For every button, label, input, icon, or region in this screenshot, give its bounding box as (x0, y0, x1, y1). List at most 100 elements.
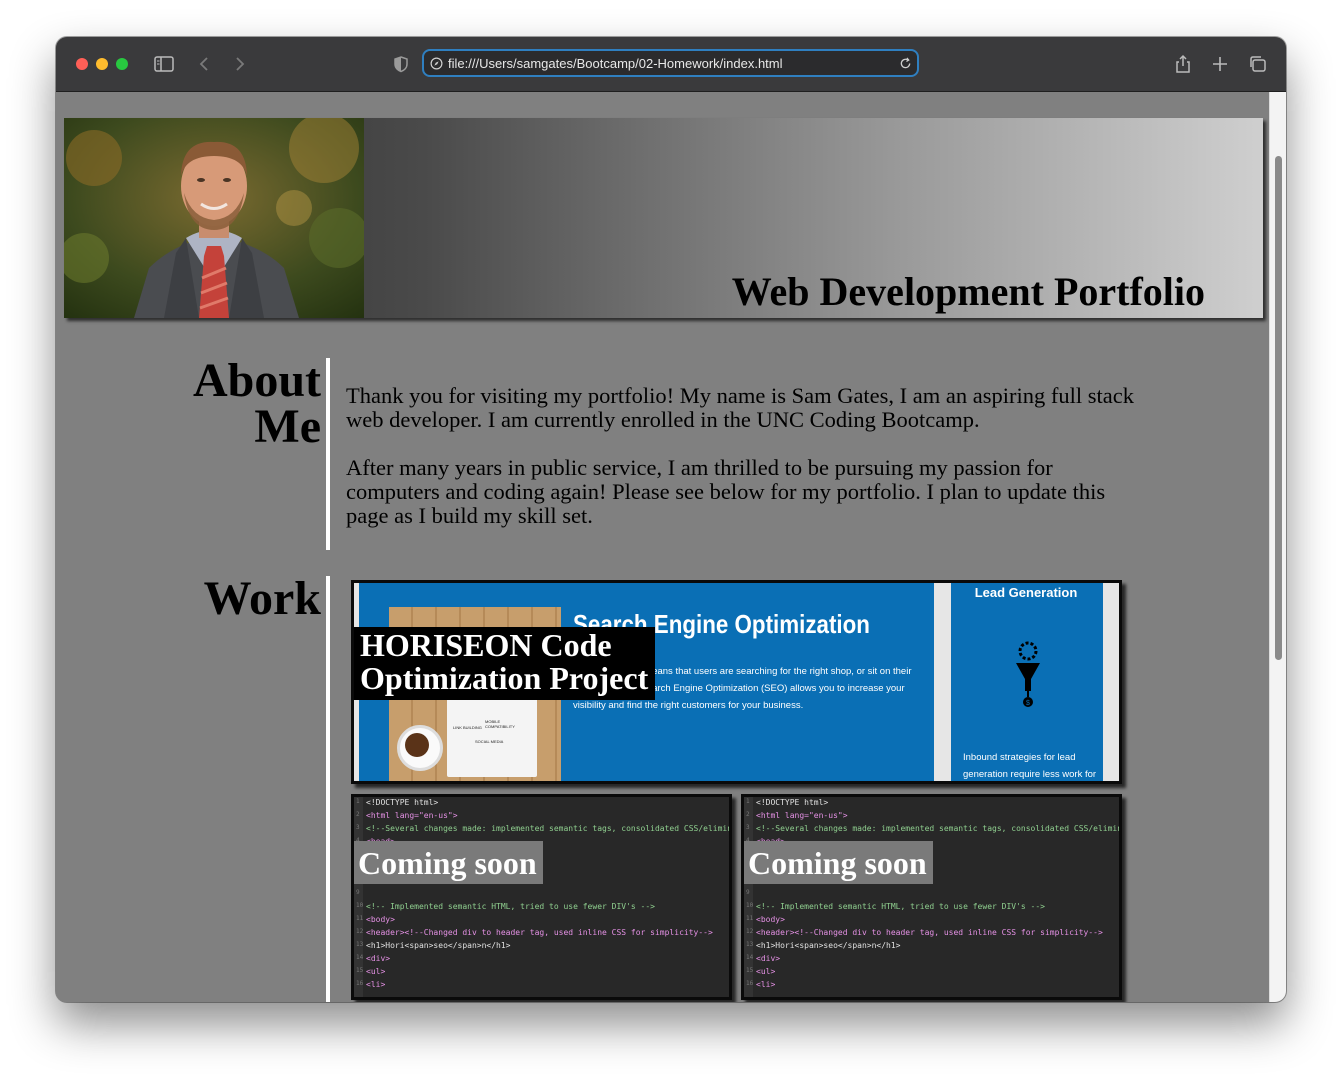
code-line-text: <li> (366, 980, 386, 989)
code-line: 14 <div> (356, 954, 391, 963)
code-line-number: 12 (356, 928, 364, 935)
code-line-text: <body> (366, 915, 395, 924)
code-line-number: 9 (356, 889, 360, 896)
about-divider (326, 358, 330, 550)
compass-icon (430, 57, 443, 70)
code-line: 2 <html lang="en-us"> (746, 811, 848, 820)
about-paragraph: Thank you for visiting my portfolio! My … (346, 383, 1134, 432)
code-line-text: <header><!--Changed div to header tag, u… (366, 928, 713, 937)
code-line: 3 <!--Several changes made: implemented s… (356, 824, 729, 833)
code-line-text: <!DOCTYPE html> (366, 798, 439, 807)
svg-text:$: $ (1026, 700, 1030, 707)
code-line-text: <!-- Implemented semantic HTML, tried to… (366, 902, 655, 911)
reload-icon[interactable] (899, 57, 912, 70)
code-line: 1 <!DOCTYPE html> (356, 798, 439, 807)
lead-generation-panel: Lead Generation $ Inbound strategies for… (951, 583, 1103, 781)
code-line: 10 <!-- Implemented semantic HTML, tried … (356, 902, 655, 911)
share-icon[interactable] (1172, 54, 1194, 74)
featured-project-label-line2: Optimization Project (360, 660, 649, 696)
about-heading-line1: About (192, 354, 321, 407)
code-line: 15 <ul> (356, 967, 386, 976)
about-heading-line2: Me (254, 400, 321, 453)
portfolio-header: Web Development Portfolio (64, 118, 1263, 318)
code-line: 3 <!--Several changes made: implemented s… (746, 824, 1122, 833)
code-line-number: 14 (356, 954, 364, 961)
code-line: 11 <body> (356, 915, 395, 924)
code-line-number: 13 (356, 941, 364, 948)
code-line: 11 <body> (746, 915, 785, 924)
about-heading: About Me (176, 354, 321, 453)
privacy-shield-icon[interactable] (390, 54, 412, 74)
code-line: 12 <header><!--Changed div to header tag… (746, 928, 1103, 937)
new-tab-icon[interactable] (1209, 54, 1231, 74)
lead-funnel-icon: $ (1016, 641, 1040, 707)
code-screenshot: 1 <!DOCTYPE html> 2 <html lang="en-us"> 3 <!-… (354, 797, 729, 997)
zoom-window-button[interactable] (116, 58, 128, 70)
code-line-text: <ul> (756, 967, 776, 976)
code-line-number: 11 (356, 915, 364, 922)
code-line-number: 11 (746, 915, 754, 922)
code-line-number: 9 (746, 889, 750, 896)
work-heading: Work (203, 572, 321, 625)
minimize-window-button[interactable] (96, 58, 108, 70)
coming-soon-label[interactable]: Coming soon (744, 841, 933, 884)
lead-generation-title: Lead Generation (974, 585, 1078, 600)
back-icon[interactable] (194, 54, 216, 74)
featured-project-label[interactable]: HORISEON Code Optimization Project (354, 627, 656, 700)
tab-overview-icon[interactable] (1247, 54, 1269, 74)
code-screenshot: 1 <!DOCTYPE html> 2 <html lang="en-us"> 3 <!-… (744, 797, 1119, 997)
page-scrollbar[interactable] (1269, 92, 1286, 1002)
address-bar[interactable]: file:///Users/samgates/Bootcamp/02-Homew… (422, 49, 919, 77)
code-line-number: 13 (746, 941, 754, 948)
notebook-label: LINK BUILDING (453, 725, 482, 730)
code-line: 13 <h1>Hori<span>seo</span>n</h1> (746, 941, 901, 950)
profile-photo (64, 118, 364, 318)
code-line-text: <!--Several changes made: implemented se… (756, 824, 1122, 833)
code-line-number: 15 (746, 967, 754, 974)
code-line: 13 <h1>Hori<span>seo</span>n</h1> (356, 941, 511, 950)
code-line-text: <div> (366, 954, 391, 963)
code-line-number: 1 (356, 798, 360, 805)
address-url: file:///Users/samgates/Bootcamp/02-Homew… (448, 56, 783, 71)
sidebar-toggle-icon[interactable] (153, 54, 175, 74)
code-line-text: <!-- Implemented semantic HTML, tried to… (756, 902, 1045, 911)
featured-project-label-line1: HORISEON Code (360, 627, 612, 663)
work-divider (326, 576, 330, 1002)
code-line-number: 10 (746, 902, 754, 909)
code-line: 12 <header><!--Changed div to header tag… (356, 928, 713, 937)
code-line-number: 3 (356, 824, 360, 831)
notebook-label: MOBILE COMPATIBILITY (485, 719, 515, 729)
code-line-text: <li> (756, 980, 776, 989)
code-line: 10 <!-- Implemented semantic HTML, tried … (746, 902, 1045, 911)
page-title: Web Development Portfolio (731, 269, 1205, 314)
code-line-text: <body> (756, 915, 785, 924)
notebook-label: SOCIAL MEDIA (475, 739, 504, 744)
coming-soon-label[interactable]: Coming soon (354, 841, 543, 884)
code-line-text: <!DOCTYPE html> (756, 798, 829, 807)
about-paragraph: After many years in public service, I am… (346, 455, 1106, 528)
code-line-number: 2 (356, 811, 360, 818)
code-line-number: 14 (746, 954, 754, 961)
featured-project-card[interactable]: LINK BUILDING MOBILE COMPATIBILITY SOCIA… (351, 580, 1122, 784)
code-line-text: <html lang="en-us"> (756, 811, 848, 820)
close-window-button[interactable] (76, 58, 88, 70)
lead-generation-text: Inbound strategies for lead generation r… (963, 752, 1097, 780)
forward-icon[interactable] (228, 54, 250, 74)
code-line: 16 <li> (746, 980, 776, 989)
code-line-text: <h1>Hori<span>seo</span>n</h1> (756, 941, 901, 950)
code-line-number: 12 (746, 928, 754, 935)
code-line-text: <ul> (366, 967, 386, 976)
browser-window: file:///Users/samgates/Bootcamp/02-Homew… (56, 37, 1286, 1002)
code-line-number: 2 (746, 811, 750, 818)
code-line: 15 <ul> (746, 967, 776, 976)
code-line-text: <h1>Hori<span>seo</span>n</h1> (366, 941, 511, 950)
coming-soon-card[interactable]: 1 <!DOCTYPE html> 2 <html lang="en-us"> 3 <!-… (351, 794, 732, 1000)
code-line-number: 3 (746, 824, 750, 831)
scrollbar-thumb[interactable] (1275, 156, 1282, 660)
code-line: 14 <div> (746, 954, 781, 963)
code-line-number: 10 (356, 902, 364, 909)
browser-toolbar: file:///Users/samgates/Bootcamp/02-Homew… (56, 37, 1286, 92)
code-line: 16 <li> (356, 980, 386, 989)
coming-soon-card[interactable]: 1 <!DOCTYPE html> 2 <html lang="en-us"> 3 <!-… (741, 794, 1122, 1000)
code-line-text: <div> (756, 954, 781, 963)
